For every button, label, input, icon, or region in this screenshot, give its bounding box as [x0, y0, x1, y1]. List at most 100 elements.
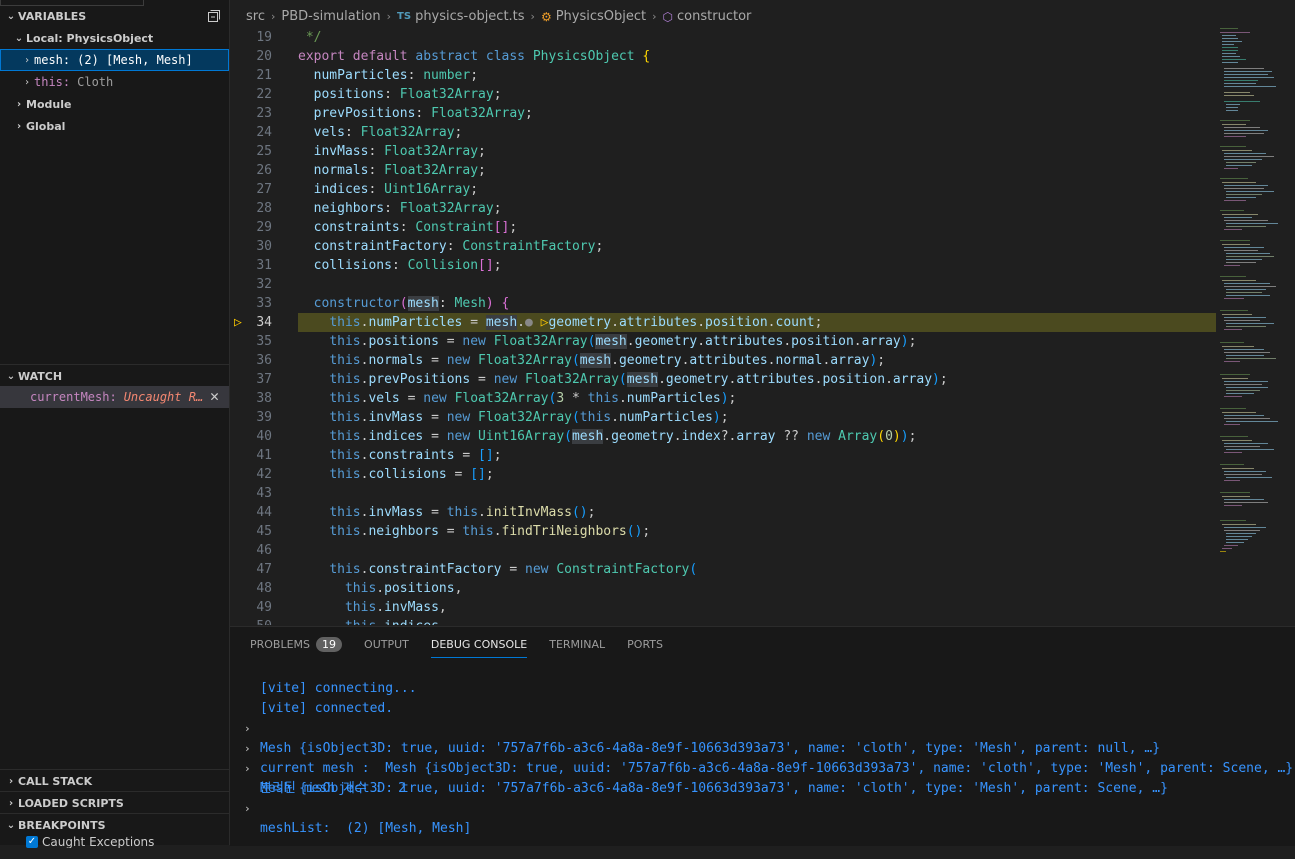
- caught-exceptions-label: Caught Exceptions: [42, 836, 155, 848]
- chevron-right-icon: ›: [386, 10, 392, 23]
- scope-global-label: Global: [26, 119, 66, 133]
- remove-watch-icon[interactable]: ✕: [210, 387, 219, 405]
- code-line: 33 constructor(mesh: Mesh) {: [230, 294, 1220, 313]
- console-line[interactable]: › current mesh : Mesh {isObject3D: true,…: [230, 719, 1295, 776]
- scope-global[interactable]: › Global: [0, 115, 229, 137]
- variable-mesh[interactable]: › mesh: (2) [Mesh, Mesh]: [0, 49, 229, 71]
- chevron-right-icon: ›: [652, 10, 657, 23]
- line-number: 48: [256, 581, 272, 596]
- tab-problems-label: PROBLEMS: [250, 637, 311, 651]
- code-area[interactable]: 19 */ 20 export default abstract class Ph…: [230, 28, 1295, 625]
- watch-item-current-mesh[interactable]: currentMesh: Uncaught R… ✕: [0, 386, 229, 408]
- line-number: 35: [256, 334, 272, 349]
- line-number: 25: [256, 144, 272, 159]
- code-line: 23 prevPositions: Float32Array;: [230, 104, 1220, 123]
- chevron-right-icon: ›: [8, 775, 14, 787]
- console-line: 분리된 mesh 개수 : 2: [230, 759, 1295, 796]
- watch-item-name: currentMesh:: [30, 390, 117, 404]
- code-line: 49 this.invMass,: [230, 598, 1220, 617]
- line-number: 28: [256, 201, 272, 216]
- breadcrumb-method[interactable]: constructor: [677, 9, 751, 24]
- minimap[interactable]: [1220, 28, 1282, 588]
- variables-header-label: VARIABLES: [18, 9, 87, 23]
- breadcrumb-src[interactable]: src: [246, 9, 265, 24]
- line-number: 49: [256, 600, 272, 615]
- tab-output[interactable]: OUTPUT: [364, 627, 409, 661]
- chevron-down-icon: ⌄: [6, 370, 16, 382]
- tab-ports[interactable]: PORTS: [627, 627, 663, 661]
- call-stack-header-label: CALL STACK: [18, 774, 93, 788]
- variable-this-name: this:: [34, 75, 71, 89]
- watch-section-header[interactable]: ⌄ WATCH: [0, 365, 229, 387]
- line-number: 43: [256, 486, 272, 501]
- breadcrumb-folder[interactable]: PBD-simulation: [281, 9, 380, 24]
- variable-mesh-value: (2) [Mesh, Mesh]: [77, 53, 193, 67]
- line-number: 30: [256, 239, 272, 254]
- debug-sidebar: ⌄ VARIABLES ⌄ Local: PhysicsObject › mes…: [0, 0, 230, 848]
- caught-exceptions-row[interactable]: ✓ Caught Exceptions: [0, 836, 229, 848]
- chevron-right-icon: ›: [270, 10, 276, 23]
- code-line: 37 this.prevPositions = new Float32Array…: [230, 370, 1220, 389]
- tab-terminal[interactable]: TERMINAL: [549, 627, 605, 661]
- code-editor[interactable]: src › PBD-simulation › TS physics-object…: [230, 0, 1295, 625]
- chevron-right-icon: ›: [8, 797, 14, 809]
- line-number: 32: [256, 277, 272, 292]
- typescript-file-icon: TS: [397, 11, 412, 22]
- line-number: 39: [256, 410, 272, 425]
- breadcrumb-class[interactable]: PhysicsObject: [556, 9, 646, 24]
- class-symbol-icon: ⚙: [540, 9, 552, 24]
- loaded-scripts-section-header[interactable]: › LOADED SCRIPTS: [0, 792, 229, 814]
- breakpoints-section-header[interactable]: ⌄ BREAKPOINTS: [0, 814, 229, 836]
- line-number: 44: [256, 505, 272, 520]
- scope-module[interactable]: › Module: [0, 93, 229, 115]
- code-line: 35 this.positions = new Float32Array(mes…: [230, 332, 1220, 351]
- watch-header-label: WATCH: [18, 369, 63, 383]
- line-number: 20: [256, 49, 272, 64]
- line-number: 23: [256, 106, 272, 121]
- panel-tabs: PROBLEMS 19 OUTPUT DEBUG CONSOLE TERMINA…: [250, 627, 685, 661]
- breadcrumb-file[interactable]: physics-object.ts: [415, 9, 524, 24]
- current-debug-line: this.numParticles = mesh.● ▷geometry.att…: [298, 313, 1216, 332]
- code-line: 31 collisions: Collision[];: [230, 256, 1220, 275]
- console-line[interactable]: › Mesh {isObject3D: true, uuid: '757a7f6…: [230, 739, 1295, 796]
- console-line: [vite] connected.: [230, 679, 1295, 716]
- tab-debug-console[interactable]: DEBUG CONSOLE: [430, 627, 528, 661]
- checkbox-checked-icon[interactable]: ✓: [26, 836, 38, 848]
- code-line: 42 this.collisions = [];: [230, 465, 1220, 484]
- console-line[interactable]: › meshList: (2) [Mesh, Mesh]: [230, 779, 1295, 836]
- scope-module-label: Module: [26, 97, 72, 111]
- code-line: 24 vels: Float32Array;: [230, 123, 1220, 142]
- loaded-scripts-header-label: LOADED SCRIPTS: [18, 796, 124, 810]
- variable-this[interactable]: › this: Cloth: [0, 71, 229, 93]
- line-number: 29: [256, 220, 272, 235]
- chevron-down-icon: ⌄: [6, 10, 16, 22]
- chevron-right-icon[interactable]: ›: [244, 799, 251, 819]
- code-line: 50 this.indices,: [230, 617, 1220, 625]
- variables-section-header[interactable]: ⌄ VARIABLES: [0, 5, 229, 27]
- problems-count-badge: 19: [316, 636, 343, 652]
- tab-output-label: OUTPUT: [364, 637, 409, 651]
- code-line: 43: [230, 484, 1220, 503]
- chevron-right-icon: ›: [16, 98, 22, 110]
- console-line: [vite] connecting...: [230, 659, 1295, 696]
- chevron-right-icon: ›: [23, 54, 31, 66]
- code-line: 44 this.invMass = this.initInvMass();: [230, 503, 1220, 522]
- code-line: 39 this.invMass = new Float32Array(this.…: [230, 408, 1220, 427]
- call-stack-section-header[interactable]: › CALL STACK: [0, 770, 229, 792]
- line-number: 27: [256, 182, 272, 197]
- line-number: 19: [256, 30, 272, 45]
- line-number: 22: [256, 87, 272, 102]
- tab-problems[interactable]: PROBLEMS 19: [250, 627, 343, 661]
- variable-mesh-name: mesh:: [34, 53, 71, 67]
- code-line: 40 this.indices = new Uint16Array(mesh.g…: [230, 427, 1220, 446]
- collapse-all-icon[interactable]: [207, 9, 221, 26]
- line-number: 41: [256, 448, 272, 463]
- scope-local[interactable]: ⌄ Local: PhysicsObject: [0, 27, 229, 49]
- line-number: 47: [256, 562, 272, 577]
- line-number: 36: [256, 353, 272, 368]
- code-line: 36 this.normals = new Float32Array(mesh.…: [230, 351, 1220, 370]
- line-number: 45: [256, 524, 272, 539]
- console-line[interactable]: › Mesh {isObject3D: true, uuid: '757a7f6…: [230, 699, 1295, 756]
- line-number: 26: [256, 163, 272, 178]
- code-line: 27 indices: Uint16Array;: [230, 180, 1220, 199]
